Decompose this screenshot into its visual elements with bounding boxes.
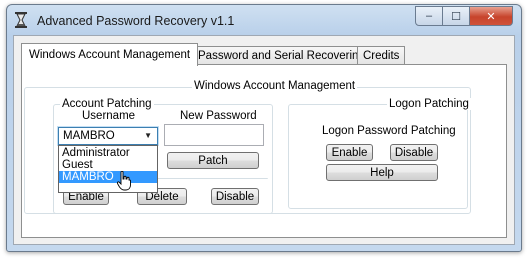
username-dropdown-list: Administrator Guest MAMBRO	[58, 145, 158, 193]
logon-enable-button[interactable]: Enable	[326, 144, 373, 161]
chevron-down-icon[interactable]: ▼	[144, 131, 152, 140]
username-label: Username	[82, 110, 136, 122]
disable-account-button[interactable]: Disable	[211, 188, 259, 205]
patch-button[interactable]: Patch	[167, 152, 259, 169]
tab-credits[interactable]: Credits	[357, 46, 406, 65]
window-title: Advanced Password Recovery v1.1	[37, 14, 235, 28]
logon-patching-title: Logon Patching	[387, 98, 471, 110]
title-bar[interactable]: Advanced Password Recovery v1.1 – ☐ ✕	[7, 5, 521, 35]
new-password-label: New Password	[180, 110, 257, 122]
logon-password-patching-label: Logon Password Patching	[322, 125, 456, 137]
username-combobox[interactable]: MAMBRO ▼	[58, 127, 158, 145]
logon-help-button[interactable]: Help	[326, 164, 438, 181]
dropdown-option-mambro[interactable]: MAMBRO	[59, 171, 157, 183]
tab-password-serial-recovering[interactable]: Password and Serial Recovering	[192, 46, 371, 65]
dropdown-option-guest[interactable]: Guest	[59, 159, 157, 171]
logon-disable-button[interactable]: Disable	[390, 144, 438, 161]
close-button[interactable]: ✕	[469, 6, 513, 26]
maximize-button[interactable]: ☐	[442, 6, 470, 26]
logon-patching-group	[288, 104, 468, 209]
new-password-input[interactable]	[164, 124, 264, 146]
dropdown-option-administrator[interactable]: Administrator	[59, 147, 157, 159]
tab-windows-account-management[interactable]: Windows Account Management	[21, 43, 199, 66]
username-value: MAMBRO	[63, 130, 115, 142]
hand-pointer-icon	[117, 171, 131, 191]
account-patching-title: Account Patching	[60, 98, 154, 110]
hourglass-icon	[15, 12, 27, 28]
windows-account-management-title: Windows Account Management	[192, 80, 358, 92]
minimize-button[interactable]: –	[415, 6, 443, 26]
